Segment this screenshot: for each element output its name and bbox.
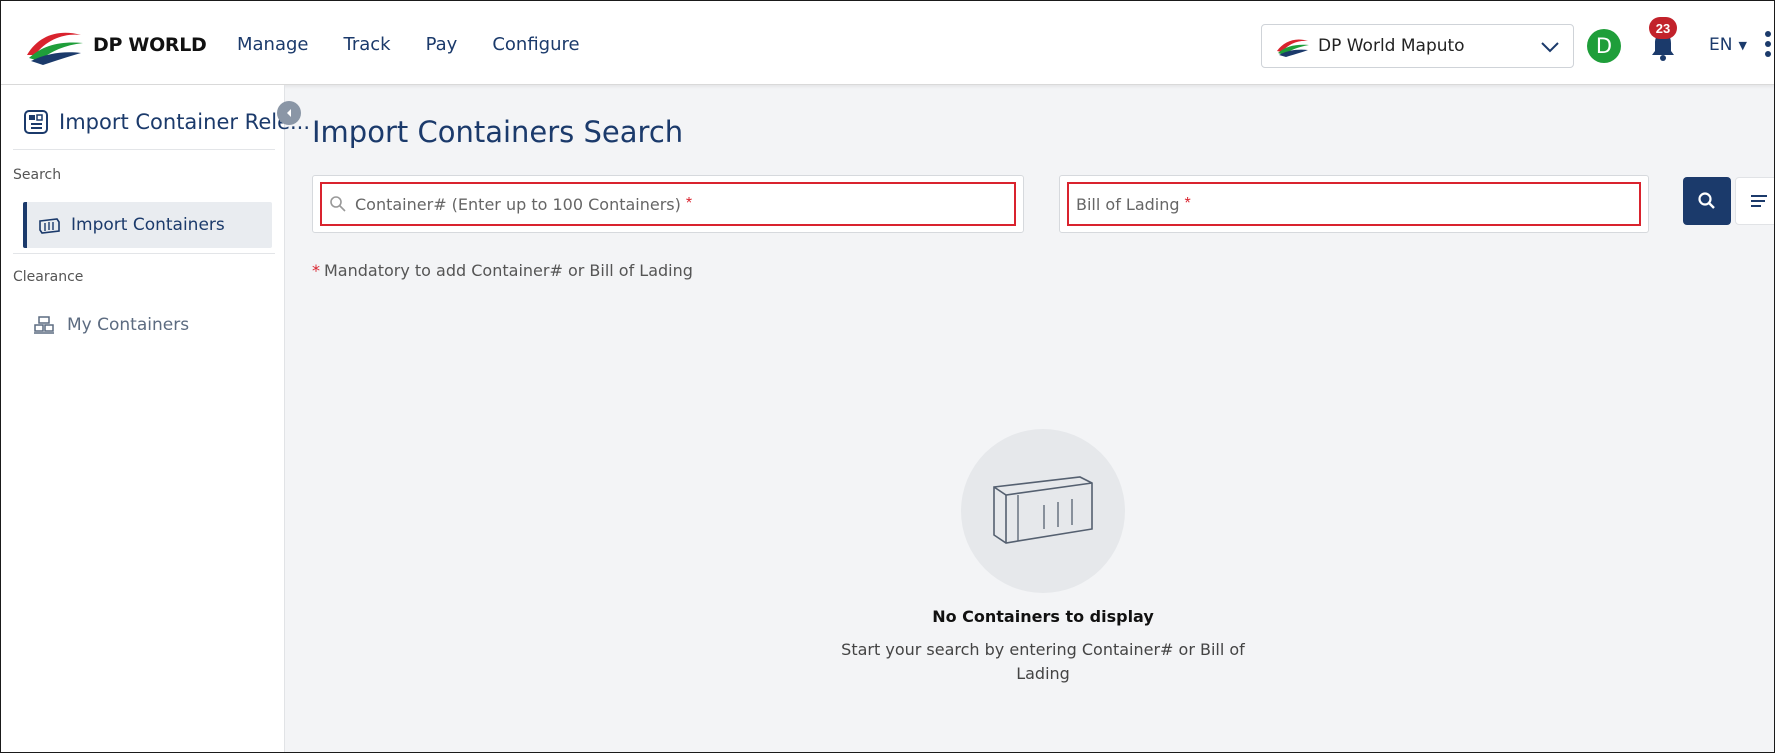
dp-world-logo-icon <box>27 32 83 65</box>
sidebar-section-search: Search <box>13 167 62 183</box>
mandatory-note-text: Mandatory to add Container# or Bill of L… <box>324 261 693 280</box>
sidebar-section-clearance: Clearance <box>13 269 84 285</box>
sidebar-module-title: Import Container Rele... <box>59 110 311 134</box>
document-icon <box>24 110 48 134</box>
empty-state-description: Start your search by entering Container#… <box>841 640 1245 683</box>
nav-track[interactable]: Track <box>344 34 391 55</box>
brand-logo[interactable]: DP WORLD <box>25 25 207 65</box>
notification-badge: 23 <box>1649 17 1677 39</box>
sidebar-item-my-containers[interactable]: My Containers <box>33 315 189 335</box>
top-navbar: DP WORLD Manage Track Pay Configure DP W… <box>1 1 1774 85</box>
search-icon <box>330 196 346 212</box>
filter-icon <box>1751 195 1767 207</box>
mandatory-star: * <box>312 261 320 280</box>
empty-state: No Containers to display Start your sear… <box>813 429 1273 686</box>
app-window: DP WORLD Manage Track Pay Configure DP W… <box>0 0 1775 753</box>
main-nav: Manage Track Pay Configure <box>237 34 615 55</box>
container-icon <box>39 218 60 234</box>
terminal-select[interactable]: DP World Maputo <box>1261 24 1574 68</box>
terminal-select-value: DP World Maputo <box>1318 36 1465 56</box>
terminal-logo-icon <box>1277 39 1309 57</box>
container-search-field[interactable]: Container# (Enter up to 100 Containers) … <box>312 175 1024 233</box>
mandatory-note: * Mandatory to add Container# or Bill of … <box>312 261 693 280</box>
empty-state-title: No Containers to display <box>932 607 1154 626</box>
sidebar-divider <box>13 149 275 150</box>
sidebar-collapse-button[interactable] <box>277 101 301 125</box>
user-avatar[interactable]: D <box>1587 29 1621 63</box>
language-select[interactable]: EN ▼ <box>1709 35 1747 55</box>
sidebar-header: Import Container Rele... <box>23 109 310 135</box>
container-icon <box>993 476 1093 544</box>
more-menu-icon[interactable] <box>1765 31 1773 61</box>
page-title: Import Containers Search <box>312 115 684 149</box>
bill-of-lading-placeholder: Bill of Lading <box>1076 194 1180 214</box>
chevron-down-icon <box>1541 42 1559 53</box>
sidebar-divider <box>13 253 275 254</box>
nav-pay[interactable]: Pay <box>426 34 458 55</box>
nav-manage[interactable]: Manage <box>237 34 309 55</box>
search-button[interactable] <box>1683 177 1731 225</box>
sidebar-item-import-containers[interactable]: Import Containers <box>23 202 272 248</box>
required-mark: * <box>1184 195 1191 212</box>
stack-icon <box>34 316 54 334</box>
search-icon <box>1698 192 1715 209</box>
sidebar-item-label: My Containers <box>67 315 190 335</box>
container-search-placeholder: Container# (Enter up to 100 Containers) <box>355 194 681 214</box>
language-label: EN <box>1709 35 1733 55</box>
bill-of-lading-field[interactable]: Bill of Lading * <box>1059 175 1649 233</box>
empty-state-illustration <box>961 429 1125 593</box>
required-mark: * <box>685 195 693 212</box>
brand-name: DP WORLD <box>93 34 207 56</box>
caret-down-icon: ▼ <box>1738 38 1747 52</box>
sidebar: Import Container Rele... Search Import C… <box>1 85 310 752</box>
nav-configure[interactable]: Configure <box>492 34 579 55</box>
filter-button[interactable] <box>1735 177 1774 225</box>
chevron-left-icon <box>287 109 291 117</box>
sidebar-item-label: Import Containers <box>71 215 225 235</box>
